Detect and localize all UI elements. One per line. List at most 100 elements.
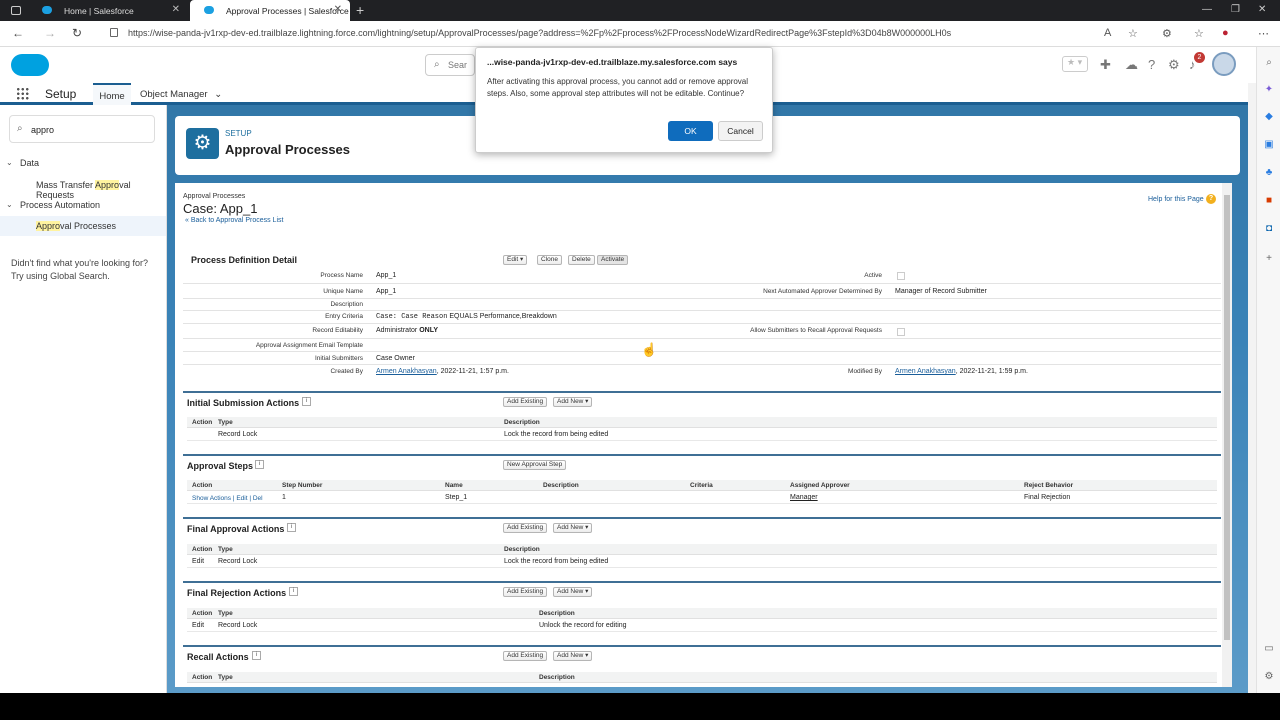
column-header: Description	[539, 610, 575, 617]
chevron-down-icon[interactable]: ⌄	[214, 89, 222, 100]
add-existing-button[interactable]: Add Existing	[503, 523, 548, 533]
browser-tab-home[interactable]: Home | Salesforce ✕	[28, 0, 188, 21]
office-icon[interactable]: ■	[1263, 195, 1275, 206]
quick-find-input[interactable]: ⌕ appro	[9, 115, 155, 143]
url-field[interactable]: https://wise-panda-jv1rxp-dev-ed.trailbl…	[128, 28, 951, 38]
tools-icon[interactable]: ▣	[1263, 139, 1275, 150]
global-search-input[interactable]: ⌕ Sear	[425, 54, 475, 76]
tab-actions-icon[interactable]	[11, 6, 21, 15]
edit-link[interactable]: Edit	[192, 622, 204, 629]
salesforce-logo-icon[interactable]	[11, 54, 49, 76]
add-new-dropdown-button[interactable]: Add New ▾	[553, 651, 593, 661]
add-existing-button[interactable]: Add Existing	[503, 651, 548, 661]
sidebar-item-approval-processes[interactable]: Approval Processes	[36, 221, 116, 231]
minimize-icon[interactable]: —	[1202, 4, 1212, 15]
item-text: Mass Transfer	[36, 180, 96, 190]
modified-by-user-link[interactable]: Armen Anakhasyan	[895, 368, 956, 375]
shopping-icon[interactable]: ◆	[1263, 111, 1275, 122]
column-header: Criteria	[690, 482, 713, 489]
sidebar-toggle-icon[interactable]: ▭	[1263, 643, 1275, 654]
app-launcher-icon[interactable]	[16, 87, 29, 100]
info-icon[interactable]: i	[287, 523, 296, 532]
favorites-button[interactable]: ★ ▾	[1062, 56, 1088, 72]
games-icon[interactable]: ♣	[1263, 167, 1275, 178]
outlook-icon[interactable]: ◘	[1263, 223, 1275, 234]
extensions-icon[interactable]: ⚙	[1162, 27, 1172, 40]
add-new-dropdown-button[interactable]: Add New ▾	[553, 523, 593, 533]
search-hint: Didn't find what you're looking for? Try…	[11, 257, 148, 283]
tab-object-manager[interactable]: Object Manager ⌄	[140, 83, 222, 105]
new-tab-icon[interactable]: +	[356, 2, 364, 18]
criteria-code: Case: Case Reason	[376, 313, 448, 321]
info-icon[interactable]: i	[255, 460, 264, 469]
search-icon[interactable]: ⌕	[1263, 57, 1275, 68]
info-icon[interactable]: i	[289, 587, 298, 596]
hint-line: Didn't find what you're looking for?	[11, 258, 149, 268]
ok-button[interactable]: OK	[668, 121, 713, 141]
close-window-icon[interactable]: ✕	[1258, 4, 1266, 15]
avatar[interactable]	[1212, 52, 1236, 76]
tab-home[interactable]: Home	[93, 83, 131, 105]
created-date: , 2022-11-21, 1:57 p.m.	[436, 368, 509, 375]
add-new-dropdown-button[interactable]: Add New ▾	[553, 587, 593, 597]
lock-icon[interactable]	[110, 28, 118, 37]
add-existing-button[interactable]: Add Existing	[503, 587, 548, 597]
forward-icon[interactable]: →	[44, 26, 56, 40]
field-label: Modified By	[848, 368, 882, 375]
refresh-icon[interactable]: ↻	[72, 26, 82, 40]
tree-node-data[interactable]: ⌄ Data	[6, 158, 39, 168]
tree-node-process-automation[interactable]: ⌄ Process Automation	[6, 200, 100, 210]
close-tab-icon[interactable]: ✕	[334, 4, 342, 15]
favorite-star-icon[interactable]: ☆	[1128, 27, 1138, 40]
clone-button[interactable]: Clone	[537, 255, 562, 265]
copilot-icon[interactable]: ✦	[1263, 84, 1275, 95]
new-approval-step-button[interactable]: New Approval Step	[503, 460, 567, 470]
restore-icon[interactable]: ❐	[1231, 4, 1240, 15]
content-scrollbar[interactable]	[1222, 183, 1232, 687]
cancel-button[interactable]: Cancel	[718, 121, 763, 141]
more-icon[interactable]: ⋯	[1258, 27, 1269, 40]
profile-icon[interactable]: ●	[1222, 27, 1229, 39]
field-label: Active	[864, 272, 882, 279]
delete-link[interactable]: Del	[253, 495, 263, 502]
field-label: Description	[330, 301, 363, 308]
sidebar-item-mass-transfer-approval-requests[interactable]: Mass Transfer Approval Requests	[36, 180, 166, 200]
chevron-down-icon[interactable]: ⌄	[6, 158, 13, 167]
approver-link[interactable]: Manager	[790, 494, 818, 501]
back-to-list-link[interactable]: « Back to Approval Process List	[185, 217, 283, 224]
dialog-title: ...wise-panda-jv1rxp-dev-ed.trailblaze.m…	[487, 57, 738, 67]
read-aloud-icon[interactable]: A	[1104, 27, 1111, 39]
tab-home-label: Home	[99, 91, 125, 102]
setup-gear-icon[interactable]: ⚙	[1168, 57, 1180, 73]
favorites-icon[interactable]: ☆	[1194, 27, 1204, 40]
detail-section-title: Process Definition Detail	[191, 255, 298, 265]
section-title: Approval Steps	[187, 461, 254, 471]
global-actions-icon[interactable]: ✚	[1100, 57, 1111, 73]
chevron-down-icon[interactable]: ⌄	[6, 200, 13, 209]
approval-process-detail: Approval Processes Case: App_1 « Back to…	[175, 183, 1232, 687]
close-tab-icon[interactable]: ✕	[172, 4, 180, 15]
add-new-dropdown-button[interactable]: Add New ▾	[553, 397, 593, 407]
add-icon[interactable]: +	[1263, 253, 1275, 264]
show-actions-link[interactable]: Show Actions	[192, 495, 231, 502]
table-header: Action Step Number Name Description Crit…	[187, 480, 1217, 491]
help-icon[interactable]: ?	[1206, 194, 1216, 204]
edit-link[interactable]: Edit	[192, 558, 204, 565]
created-by-user-link[interactable]: Armen Anakhasyan	[376, 368, 437, 375]
info-icon[interactable]: i	[302, 397, 311, 406]
edit-link[interactable]: Edit	[236, 495, 247, 502]
help-link[interactable]: Help for this Page	[1148, 196, 1204, 203]
activate-button[interactable]: Activate	[597, 255, 629, 265]
browser-tab-approval[interactable]: Approval Processes | Salesforce ✕	[190, 0, 350, 21]
back-icon[interactable]: ←	[12, 26, 24, 40]
trailhead-icon[interactable]: ☁	[1125, 57, 1138, 73]
info-icon[interactable]: i	[252, 651, 261, 660]
add-existing-button[interactable]: Add Existing	[503, 397, 548, 407]
edit-dropdown-button[interactable]: Edit ▾	[503, 255, 528, 265]
record-title: Case: App_1	[183, 201, 258, 216]
delete-button[interactable]: Delete	[568, 255, 595, 265]
column-header: Type	[218, 674, 233, 681]
settings-icon[interactable]: ⚙	[1263, 671, 1275, 682]
scrollbar-thumb[interactable]	[1224, 195, 1230, 640]
help-icon[interactable]: ?	[1148, 57, 1155, 72]
